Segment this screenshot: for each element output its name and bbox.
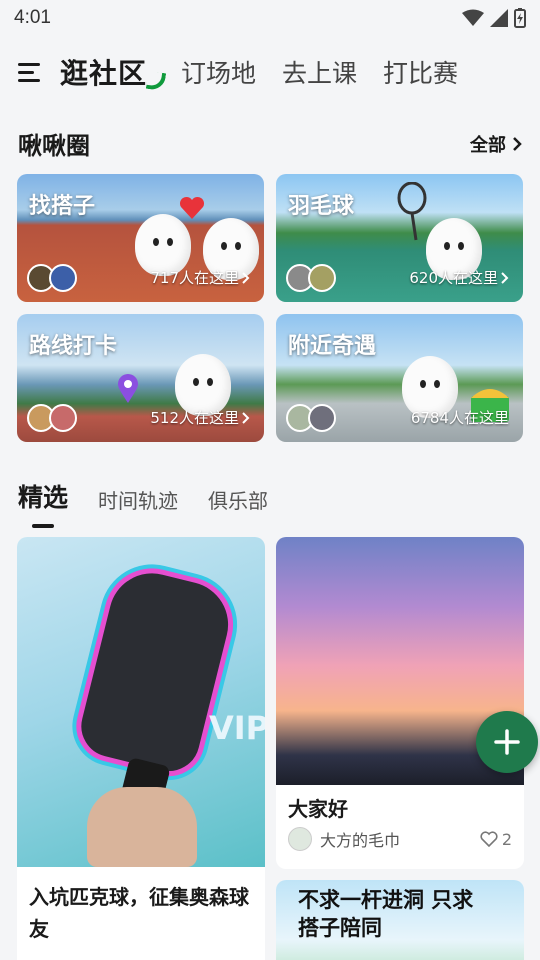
- heart-icon: [179, 196, 205, 219]
- tab-timeline[interactable]: 时间轨迹: [98, 485, 178, 514]
- member-count-label: 717人在这里: [150, 269, 239, 287]
- member-count: 620人在这里: [409, 267, 509, 288]
- menu-icon[interactable]: [18, 59, 44, 85]
- see-all-link[interactable]: 全部: [470, 131, 522, 157]
- member-avatars: [27, 264, 77, 292]
- avatar: [308, 404, 336, 432]
- post-title: 入坑匹克球，征集奥森球友: [29, 885, 249, 941]
- tab-clubs[interactable]: 俱乐部: [208, 485, 268, 514]
- like-button[interactable]: 2: [480, 830, 512, 849]
- avatar: [308, 264, 336, 292]
- tab-accent-mark: [145, 70, 167, 92]
- post-meta: 大方的毛巾 2: [276, 827, 524, 851]
- signal-icon: [490, 9, 508, 27]
- member-avatars: [27, 404, 77, 432]
- circle-card-nearby[interactable]: 附近奇遇 6784人在这里: [276, 314, 523, 442]
- author-avatar: [288, 827, 312, 851]
- wifi-icon: [462, 9, 484, 26]
- circles-header: 啾啾圈 全部: [18, 126, 522, 161]
- tab-featured[interactable]: 精选: [18, 478, 68, 528]
- heart-outline-icon: [480, 831, 498, 847]
- member-count: 512人在这里: [150, 407, 250, 428]
- paddle-shape: [68, 558, 244, 784]
- member-avatars: [286, 264, 336, 292]
- status-icons: [462, 8, 526, 28]
- circle-card-title: 路线打卡: [29, 334, 118, 359]
- hand-shape: [87, 787, 197, 867]
- member-count-label: 6784人在这里: [410, 409, 509, 427]
- member-count: 6784人在这里: [411, 407, 509, 428]
- top-nav: 逛社区 订场地 去上课 打比赛: [0, 44, 540, 100]
- like-count: 2: [501, 829, 512, 849]
- author-name: 大方的毛巾: [320, 831, 401, 850]
- tab-play-match[interactable]: 打比赛: [383, 54, 458, 90]
- post-card[interactable]: 不求一杆进洞 只求搭子陪同: [276, 880, 524, 960]
- post-card[interactable]: 大家好 大方的毛巾 2: [276, 537, 524, 869]
- plus-icon: [494, 729, 520, 755]
- see-all-label: 全部: [470, 134, 506, 156]
- tab-book-court[interactable]: 订场地: [181, 54, 256, 90]
- post-card[interactable]: VIP 入坑匹克球，征集奥森球友: [17, 537, 265, 960]
- post-title: 大家好: [288, 797, 348, 821]
- feed-tabs: 精选 时间轨迹 俱乐部: [18, 478, 268, 528]
- section-title: 啾啾圈: [18, 132, 90, 160]
- golf-banner-image: 不求一杆进洞 只求搭子陪同: [276, 880, 524, 960]
- status-bar: 4:01: [0, 0, 540, 36]
- avatar: [49, 404, 77, 432]
- chevron-right-icon: [242, 271, 250, 284]
- location-pin-icon: [118, 374, 138, 403]
- circle-card-title: 找搭子: [29, 194, 96, 219]
- circle-card-partner[interactable]: 找搭子 717人在这里: [17, 174, 264, 302]
- circle-card-badminton[interactable]: 羽毛球 620人在这里: [276, 174, 523, 302]
- tab-take-class[interactable]: 去上课: [282, 54, 357, 90]
- chevron-right-icon: [513, 136, 522, 151]
- banner-text: 不求一杆进洞 只求搭子陪同: [298, 888, 474, 940]
- court-sign-text: VIP: [209, 709, 265, 747]
- circle-card-route[interactable]: 路线打卡 512人在这里: [17, 314, 264, 442]
- tab-community-label: 逛社区: [60, 57, 148, 90]
- racket-icon: [397, 182, 427, 241]
- chevron-right-icon: [501, 271, 509, 284]
- circle-card-title: 羽毛球: [288, 194, 355, 219]
- avatar: [49, 264, 77, 292]
- add-post-button[interactable]: [476, 711, 538, 773]
- member-count-label: 512人在这里: [150, 409, 239, 427]
- member-avatars: [286, 404, 336, 432]
- status-time: 4:01: [14, 7, 51, 28]
- pickleball-paddle-image: VIP: [17, 537, 265, 867]
- member-count: 717人在这里: [150, 267, 250, 288]
- circles-grid: 找搭子 717人在这里 羽毛球 620人在这里 路线打卡 512人在这里 附近奇…: [17, 174, 523, 442]
- chevron-right-icon: [242, 411, 250, 424]
- circle-card-title: 附近奇遇: [288, 334, 377, 359]
- battery-icon: [514, 8, 526, 28]
- tab-community[interactable]: 逛社区: [60, 52, 167, 92]
- member-count-label: 620人在这里: [409, 269, 498, 287]
